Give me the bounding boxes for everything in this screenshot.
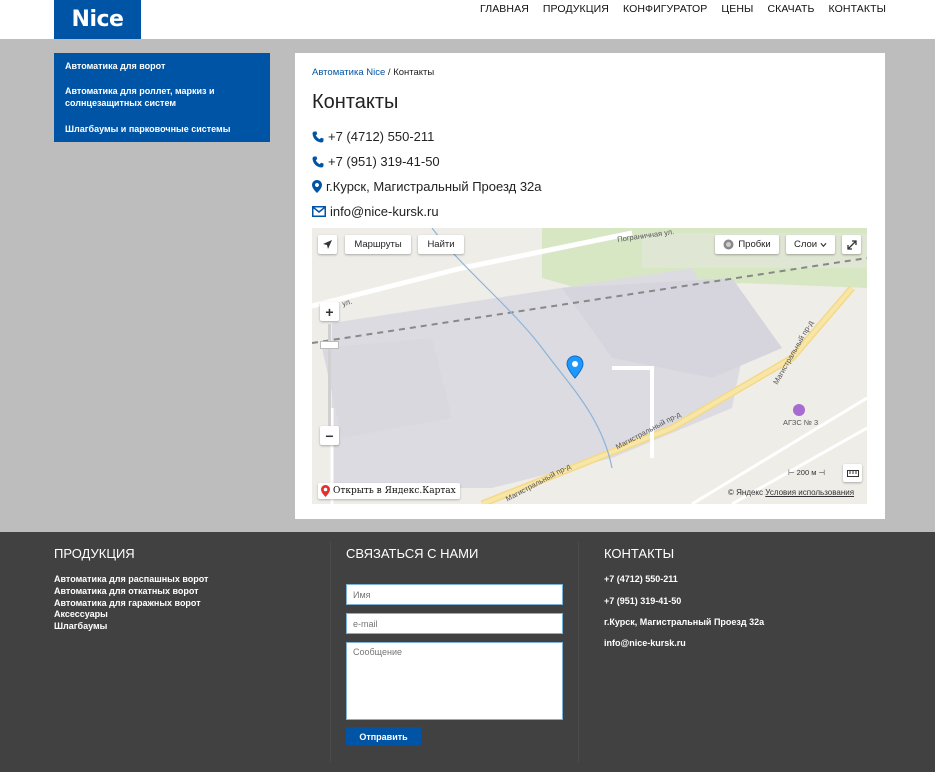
main-content: Автоматика Nice / Контакты Контакты +7 (… [295,53,885,519]
traffic-label: Пробки [738,239,771,250]
footer-phone-1: +7 (4712) 550-211 [604,574,678,584]
layers-button[interactable]: Слои [786,235,835,254]
terms-link[interactable]: Условия использования [765,488,854,497]
sidebar-item-rollers[interactable]: Автоматика для роллет, маркиз и солнцеза… [65,85,255,109]
category-sidebar: Автоматика для ворот Автоматика для ролл… [54,53,270,142]
locate-button[interactable] [318,235,337,254]
phone-2-text: +7 (951) 319-41-50 [328,154,440,169]
email-input[interactable] [346,613,563,634]
footer-contact-form-title: СВЯЗАТЬСЯ С НАМИ [346,546,479,561]
breadcrumb: Автоматика Nice / Контакты [312,67,434,78]
footer-product-link[interactable]: Шлагбаумы [54,621,107,631]
nice-logo[interactable]: Nice [54,0,141,39]
envelope-icon [312,206,326,217]
nav-home[interactable]: ГЛАВНАЯ [480,3,529,15]
contact-address: г.Курск, Магистральный Проезд 32а [312,179,542,194]
zoom-in-button[interactable]: + [320,302,339,321]
zoom-slider-handle[interactable] [320,341,339,349]
traffic-icon [723,239,734,250]
footer-product-link[interactable]: Автоматика для гаражных ворот [54,598,201,608]
submit-button[interactable]: Отправить [346,727,421,746]
nav-prices[interactable]: ЦЕНЫ [721,3,753,15]
footer-phone-2: +7 (951) 319-41-50 [604,596,682,606]
copyright-text: © Яндекс [728,488,764,497]
footer-divider [330,542,331,762]
ruler-icon [846,469,859,477]
nav-configurator[interactable]: КОНФИГУРАТОР [623,3,707,15]
breadcrumb-separator: / [385,67,394,78]
nav-contacts[interactable]: КОНТАКТЫ [829,3,886,15]
gas-station-icon[interactable] [793,404,805,416]
nav-download[interactable]: СКАЧАТЬ [767,3,814,15]
nav-products[interactable]: ПРОДУКЦИЯ [543,3,609,15]
phone-icon [312,156,324,167]
footer-contacts-title: КОНТАКТЫ [604,546,675,561]
phone-1-text: +7 (4712) 550-211 [328,129,435,144]
routes-button[interactable]: Маршруты [345,235,411,254]
layers-label: Слои [794,239,818,250]
footer-address: г.Курск, Магистральный Проезд 32а [604,617,765,627]
open-in-yandex-link[interactable]: Открыть в Яндекс.Картах [318,483,460,499]
site-header: Nice ГЛАВНАЯ ПРОДУКЦИЯ КОНФИГУРАТОР ЦЕНЫ… [0,0,935,39]
footer-products-title: ПРОДУКЦИЯ [54,546,135,561]
expand-icon [846,239,857,250]
map-marker-icon [312,180,322,193]
poi-label: АГЗС № 3 [783,418,819,427]
address-text: г.Курск, Магистральный Проезд 32а [326,179,542,194]
footer-divider [578,542,579,762]
zoom-out-button[interactable]: − [320,426,339,445]
sidebar-item-gates[interactable]: Автоматика для ворот [65,60,255,72]
contact-phone-2: +7 (951) 319-41-50 [312,154,440,169]
map-copyright: © Яндекс Условия использования [728,488,854,497]
find-button[interactable]: Найти [418,235,464,254]
name-input[interactable] [346,584,563,605]
main-nav: ГЛАВНАЯ ПРОДУКЦИЯ КОНФИГУРАТОР ЦЕНЫ СКАЧ… [480,3,886,15]
message-textarea[interactable] [346,642,563,720]
ruler-button[interactable] [843,464,862,482]
zoom-slider-track[interactable] [328,324,331,428]
map-scale: ⊢ 200 м ⊣ [788,468,826,477]
scale-label: 200 м [796,468,817,477]
contact-email: info@nice-kursk.ru [312,204,439,219]
fullscreen-button[interactable] [842,235,861,254]
chevron-down-icon [820,242,827,247]
phone-icon [312,131,324,142]
footer-product-link[interactable]: Автоматика для распашных ворот [54,574,208,584]
page-title: Контакты [312,91,399,113]
site-footer: ПРОДУКЦИЯ Автоматика для распашных ворот… [0,532,935,772]
email-text[interactable]: info@nice-kursk.ru [330,204,439,219]
footer-product-link[interactable]: Аксессуары [54,609,108,619]
sidebar-item-barriers[interactable]: Шлагбаумы и парковочные системы [65,123,255,135]
open-in-yandex-label: Открыть в Яндекс.Картах [333,486,456,496]
yandex-map[interactable]: Пограничная ул. Магистральный пр-д Магис… [312,228,867,504]
breadcrumb-current: Контакты [393,67,435,78]
breadcrumb-home-link[interactable]: Автоматика Nice [312,67,385,78]
footer-email[interactable]: info@nice-kursk.ru [604,638,686,648]
yandex-pin-icon [321,485,330,497]
traffic-button[interactable]: Пробки [715,235,779,254]
footer-product-link[interactable]: Автоматика для откатных ворот [54,586,199,596]
locate-arrow-icon [323,240,332,249]
contact-phone-1: +7 (4712) 550-211 [312,129,434,144]
